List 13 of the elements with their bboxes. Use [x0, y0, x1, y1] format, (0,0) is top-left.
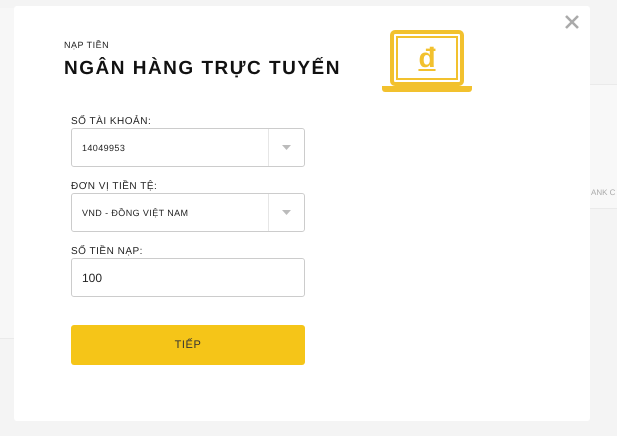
field-label: SỐ TIỀN NẠP: — [71, 246, 144, 257]
submit-button[interactable]: TIẾP — [71, 325, 305, 365]
field-label: SỐ TÀI KHOẢN: — [71, 116, 152, 127]
input-field[interactable]: 100 — [71, 258, 305, 297]
section-label: NẠP TIỀN — [64, 40, 110, 50]
modal-title: NGÂN HÀNG TRỰC TUYẾN — [64, 58, 342, 80]
caret-icon — [282, 210, 291, 215]
select-field[interactable]: 14049953 — [71, 128, 305, 167]
field-label: ĐƠN VỊ TIỀN TỆ: — [71, 181, 158, 192]
select-field[interactable]: VND - ĐỒNG VIỆT NAM — [71, 193, 305, 232]
background-text: ANK C — [591, 188, 616, 197]
caret-icon — [282, 145, 291, 150]
close-icon[interactable] — [564, 14, 580, 30]
